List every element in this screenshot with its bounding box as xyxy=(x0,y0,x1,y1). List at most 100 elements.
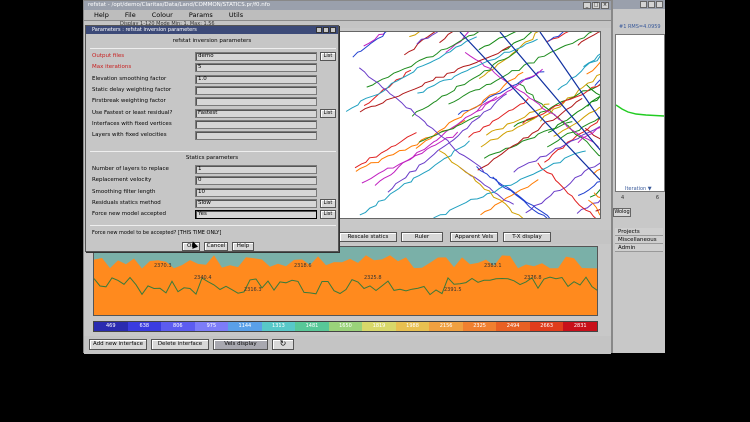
iteration-tick: 6 xyxy=(655,195,659,201)
seismic-trace xyxy=(354,132,417,169)
velocity-colorbar: 469 638 806 975 1144 1313 1481 1650 1819 1988 2156… xyxy=(93,321,598,332)
statics-param-input[interactable]: 0 xyxy=(195,176,317,186)
window-title: refstat - /opt/demo/Claritas/Data/Land/C… xyxy=(84,1,611,10)
side-menu-admin[interactable]: Admin xyxy=(615,244,663,252)
colorbar-value: 1988 xyxy=(395,322,430,331)
dialog-prompt: Force new model to be accepted? [THIS TI… xyxy=(92,230,222,236)
statics-annotation: 2318.6 xyxy=(294,263,312,269)
iteration-label[interactable]: Iteration ▼ xyxy=(625,186,652,192)
statics-param-input[interactable]: 1 xyxy=(195,165,317,174)
statics-annotation: 2383.1 xyxy=(484,263,502,269)
dialog-title: Parameters : refstat inversion parameter… xyxy=(86,26,338,34)
field-label: Interfaces with fixed vertices xyxy=(92,120,172,127)
list-button[interactable]: List xyxy=(320,210,336,220)
statics-annotation: 2316.3 xyxy=(244,287,262,293)
param-input[interactable] xyxy=(195,97,317,107)
colorbar-value: 1650 xyxy=(328,322,363,331)
seismic-trace xyxy=(557,55,600,91)
list-button[interactable]: List xyxy=(320,52,336,61)
seismic-trace xyxy=(586,61,600,75)
field-label: Layers with fixed velocities xyxy=(92,132,167,139)
side-maximize-icon[interactable] xyxy=(648,1,655,8)
menu-params[interactable]: Params xyxy=(189,10,213,20)
divider xyxy=(90,151,336,152)
param-input[interactable]: 1.0 xyxy=(195,74,317,84)
dialog-minimize-icon[interactable] xyxy=(316,27,322,33)
dialog-maximize-icon[interactable] xyxy=(323,27,329,33)
colorbar-value: 469 xyxy=(94,322,128,331)
seismic-display[interactable] xyxy=(339,31,601,219)
menu-file[interactable]: File xyxy=(125,10,136,20)
menu-utils[interactable]: Utils xyxy=(229,10,243,20)
maximize-icon[interactable]: □ xyxy=(592,2,600,9)
list-button[interactable]: List xyxy=(320,108,336,118)
refresh-icon[interactable]: ↻ xyxy=(272,339,294,350)
field-label: Static delay weighting factor xyxy=(92,86,172,93)
field-row: Static delay weighting factor xyxy=(92,85,338,95)
param-input[interactable] xyxy=(195,119,317,129)
iteration-ticks: 4 6 xyxy=(615,195,665,201)
field-label: Firstbreak weighting factor xyxy=(92,98,166,105)
param-input[interactable]: 5 xyxy=(195,63,317,73)
minimize-icon[interactable]: _ xyxy=(583,2,591,9)
field-label: Replacement velocity xyxy=(92,177,152,184)
ruler-button[interactable]: Ruler xyxy=(401,232,443,242)
statics-display[interactable]: 2370.3 2340.4 2316.3 2318.6 2325.8 2391.5 2383… xyxy=(93,246,598,316)
seismic-trace xyxy=(459,32,600,181)
field-row: Firstbreak weighting factor xyxy=(92,97,338,107)
statics-annotation: 2391.5 xyxy=(444,287,462,293)
side-menu-miscellaneous[interactable]: Miscellaneous xyxy=(615,236,663,244)
param-input[interactable] xyxy=(195,131,317,141)
iteration-tick: 4 xyxy=(621,195,625,201)
seismic-trace xyxy=(411,49,519,117)
seismic-trace xyxy=(594,79,600,87)
field-row: Replacement velocity 0 xyxy=(92,176,338,186)
colorbar-value: 975 xyxy=(194,322,229,331)
seismic-trace xyxy=(418,115,480,143)
field-label: Residuals statics method xyxy=(92,199,161,206)
seismic-trace xyxy=(359,140,470,216)
statics-param-input[interactable]: 10 xyxy=(195,187,317,197)
rescale-statics-button[interactable]: Rescale statics xyxy=(339,232,397,242)
statics-annotation: 2370.3 xyxy=(154,263,172,269)
wolog-tab[interactable]: Wolog xyxy=(613,208,631,217)
side-close-icon[interactable] xyxy=(656,1,663,8)
field-row: Residuals statics method Slow List xyxy=(92,198,338,208)
side-minimize-icon[interactable] xyxy=(640,1,647,8)
colorbar-value: 638 xyxy=(127,322,162,331)
close-icon[interactable]: × xyxy=(601,2,609,9)
help-button[interactable]: Help xyxy=(232,242,254,251)
rms-curve-canvas xyxy=(616,104,664,117)
cancel-button[interactable]: Cancel xyxy=(204,242,228,251)
vels-display-button[interactable]: Vels display xyxy=(213,339,268,350)
statics-param-input[interactable]: Yes xyxy=(195,210,317,220)
seismic-traces-canvas xyxy=(345,32,600,218)
delete-interface-button[interactable]: Delete interface xyxy=(151,339,209,350)
statics-param-input[interactable]: Slow xyxy=(195,198,317,208)
field-row: Force new model accepted Yes List xyxy=(92,210,338,220)
field-label: Elevation smoothing factor xyxy=(92,75,167,82)
apparent-vels-button[interactable]: Apparent Vels xyxy=(450,232,498,242)
divider xyxy=(90,225,336,226)
add-interface-button[interactable]: Add new interface xyxy=(89,339,147,350)
field-row: Layers with fixed velocities xyxy=(92,131,338,141)
side-window-controls xyxy=(640,1,663,8)
seismic-trace xyxy=(416,32,439,45)
field-label: Use Fastest or least residual? xyxy=(92,109,173,116)
param-input[interactable] xyxy=(195,85,317,95)
param-input[interactable]: demo xyxy=(195,52,317,61)
colorbar-value: 806 xyxy=(161,322,195,331)
dialog-heading: refstat inversion parameters xyxy=(172,38,252,44)
side-menu-projects[interactable]: Projects xyxy=(615,228,663,236)
seismic-trace xyxy=(525,162,600,214)
field-row: Output files demo List xyxy=(92,52,338,61)
field-row: Use Fastest or least residual? Fastest Lis… xyxy=(92,108,338,118)
menu-help[interactable]: Help xyxy=(94,10,109,20)
param-input[interactable]: Fastest xyxy=(195,108,317,118)
menu-colour[interactable]: Colour xyxy=(152,10,173,20)
field-label: Force new model accepted xyxy=(92,211,166,218)
list-button[interactable]: List xyxy=(320,198,336,208)
dialog-close-icon[interactable] xyxy=(330,27,336,33)
tx-display-button[interactable]: T-X display xyxy=(503,232,551,242)
seismic-trace xyxy=(374,96,498,186)
